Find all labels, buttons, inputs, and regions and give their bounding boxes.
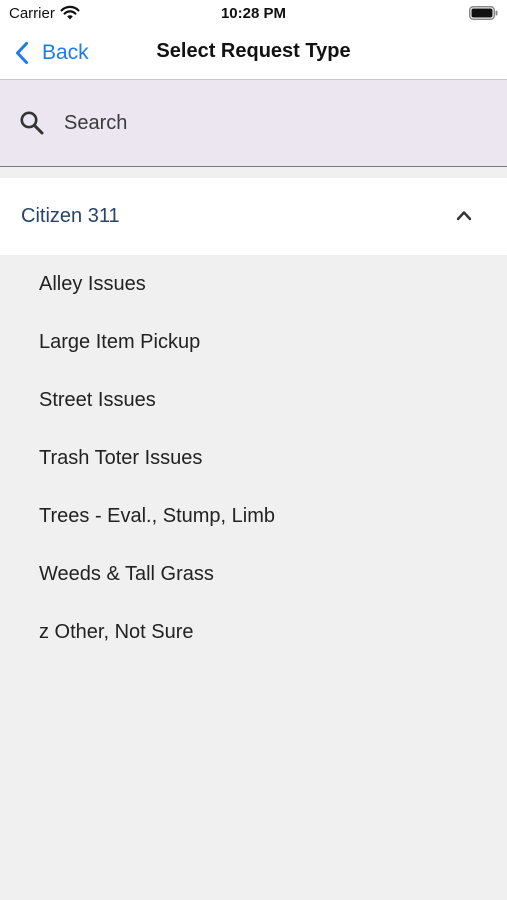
request-type-screen: Carrier 10:28 PM Back Select Request Typ… [0,0,507,900]
search-icon [20,111,44,135]
list-item-weeds-tall-grass[interactable]: Weeds & Tall Grass [0,545,507,603]
list-item-large-item-pickup[interactable]: Large Item Pickup [0,313,507,371]
list-item-trash-toter-issues[interactable]: Trash Toter Issues [0,429,507,487]
battery-icon [469,6,498,20]
search-bar [0,79,507,167]
list-item-trees[interactable]: Trees - Eval., Stump, Limb [0,487,507,545]
group-header-citizen-311[interactable]: Citizen 311 [0,178,507,255]
clock: 10:28 PM [220,5,287,22]
chevron-up-icon[interactable] [456,208,472,222]
status-bar: Carrier 10:28 PM [0,0,507,28]
search-input[interactable] [64,102,484,144]
list-item-street-issues[interactable]: Street Issues [0,371,507,429]
group-label: Citizen 311 [21,205,120,227]
list-item-other-not-sure[interactable]: z Other, Not Sure [0,603,507,661]
page-title: Select Request Type [156,40,351,62]
list-item-alley-issues[interactable]: Alley Issues [0,255,507,313]
navigation-bar: Back Select Request Type [0,28,507,79]
request-type-list: Alley Issues Large Item Pickup Street Is… [0,255,507,661]
